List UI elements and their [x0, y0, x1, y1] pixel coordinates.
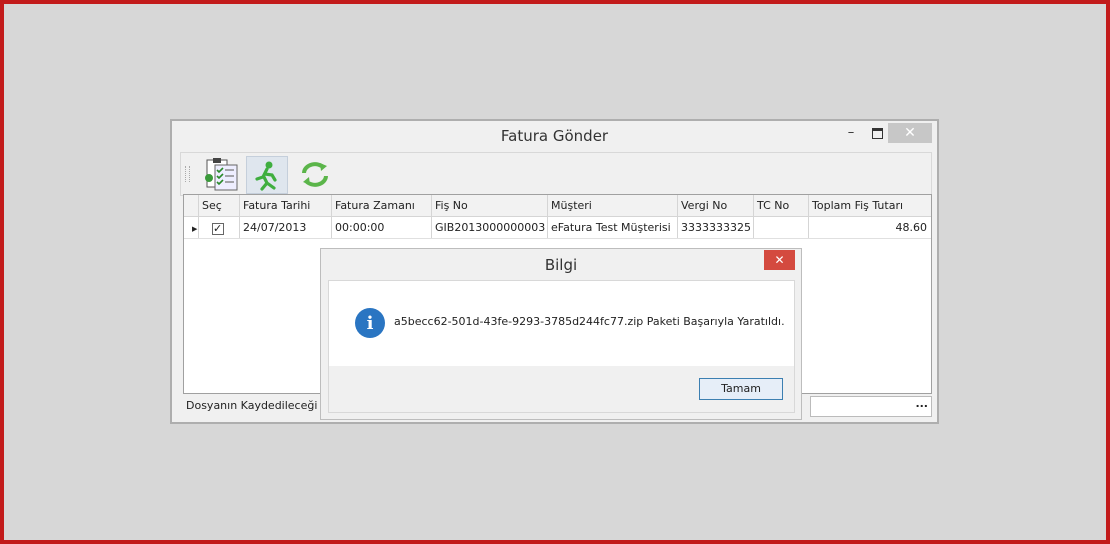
cell-fis-no[interactable]: GIB2013000000003: [432, 217, 548, 238]
save-path-label: Dosyanın Kaydedileceği Yol: [186, 399, 336, 412]
col-header-fatura-tarihi[interactable]: Fatura Tarihi: [240, 195, 332, 216]
run-button[interactable]: [246, 156, 288, 194]
toolbar: [180, 152, 932, 196]
col-header-sec[interactable]: Seç: [199, 195, 240, 216]
dialog-message: a5becc62-501d-43fe-9293-3785d244fc77.zip…: [394, 315, 785, 328]
dialog-body: i a5becc62-501d-43fe-9293-3785d244fc77.z…: [328, 280, 795, 413]
cell-musteri[interactable]: eFatura Test Müşterisi: [548, 217, 678, 238]
col-header-vergi-no[interactable]: Vergi No: [678, 195, 754, 216]
grid-header: Seç Fatura Tarihi Fatura Zamanı Fiş No M…: [184, 195, 931, 217]
row-indicator-arrow: ▶: [184, 217, 199, 238]
running-man-icon: [255, 161, 277, 191]
row-select-checkbox[interactable]: ✓: [199, 217, 240, 238]
dialog-close-button[interactable]: ✕: [764, 250, 795, 270]
maximize-button[interactable]: [864, 123, 890, 143]
col-header-fis-no[interactable]: Fiş No: [432, 195, 548, 216]
dialog-footer: Tamam: [329, 366, 794, 412]
col-header-toplam[interactable]: Toplam Fiş Tutarı: [809, 195, 931, 216]
cell-tc-no[interactable]: [754, 217, 809, 238]
minimize-button[interactable]: –: [838, 123, 864, 143]
document-checklist-icon: [205, 158, 238, 191]
dialog-title: Bilgi: [544, 256, 578, 274]
col-header-tc-no[interactable]: TC No: [754, 195, 809, 216]
refresh-button[interactable]: [295, 156, 335, 192]
maximize-icon: [871, 127, 883, 139]
col-header-musteri[interactable]: Müşteri: [548, 195, 678, 216]
refresh-icon: [302, 162, 328, 187]
checklist-button[interactable]: [201, 156, 241, 192]
ok-button[interactable]: Tamam: [699, 378, 783, 400]
browse-button[interactable]: ...: [915, 397, 928, 410]
col-header-fatura-zamani[interactable]: Fatura Zamanı: [332, 195, 432, 216]
toolbar-grip[interactable]: [185, 166, 190, 182]
info-icon: i: [355, 308, 385, 338]
row-header-col: [184, 195, 199, 216]
window-title: Fatura Gönder: [500, 127, 609, 145]
save-path-field[interactable]: ...: [810, 396, 932, 417]
info-dialog: Bilgi ✕ i a5becc62-501d-43fe-9293-3785d2…: [320, 248, 802, 420]
checkmark-icon: ✓: [212, 222, 224, 235]
cell-toplam[interactable]: 48.60: [809, 217, 931, 238]
close-button[interactable]: ✕: [888, 123, 932, 143]
cell-fatura-tarihi[interactable]: 24/07/2013: [240, 217, 332, 238]
cell-vergi-no[interactable]: 3333333325: [678, 217, 754, 238]
table-row[interactable]: ▶ ✓ 24/07/2013 00:00:00 GIB2013000000003…: [184, 217, 931, 239]
cell-fatura-zamani[interactable]: 00:00:00: [332, 217, 432, 238]
